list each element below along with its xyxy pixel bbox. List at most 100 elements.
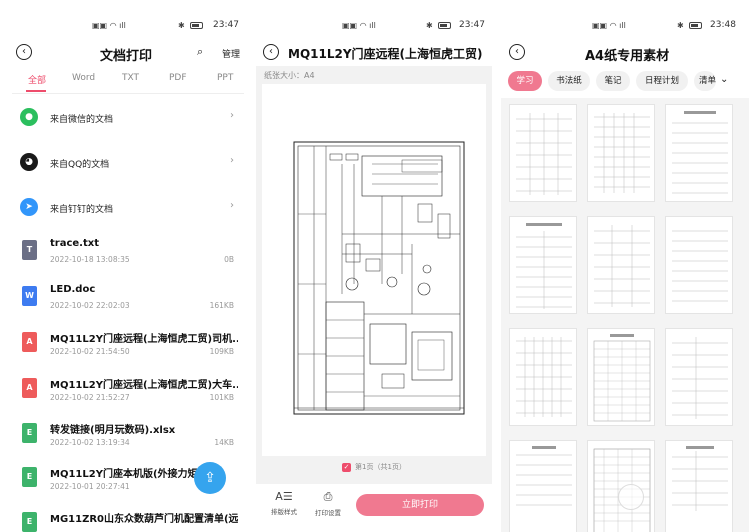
- excel-file-icon: E: [22, 512, 37, 532]
- manage-button[interactable]: 管理: [222, 47, 240, 60]
- document-print-screen: ▣▣ ◠ ıll ✱ 23:47 ‹ 文档打印 ⌕ 管理 全部 Word TXT…: [0, 0, 248, 532]
- bottom-toolbar: A☰ 排版样式 ⎙ 打印设置 立即打印: [256, 484, 492, 532]
- file-name: MG11ZR0山东众数葫芦门机配置清单(远...: [50, 514, 238, 525]
- file-name: trace.txt: [50, 238, 99, 249]
- tab-all[interactable]: 全部: [28, 73, 46, 86]
- chevron-right-icon: ›: [230, 200, 234, 211]
- tab-pdf[interactable]: PDF: [169, 73, 187, 83]
- print-settings-button[interactable]: ⎙ 打印设置: [310, 490, 346, 517]
- paper-size-label: 纸张大小：A4: [264, 71, 315, 80]
- layout-style-label: 排版样式: [271, 508, 297, 516]
- tab-schedule[interactable]: 日程计划: [636, 71, 688, 91]
- status-bar: ▣▣ ◠ ıll ✱ 23:47: [256, 0, 492, 38]
- excel-file-icon: E: [22, 467, 37, 487]
- page-title: A4纸专用素材: [585, 49, 670, 64]
- print-settings-label: 打印设置: [315, 509, 341, 517]
- txt-file-icon: T: [22, 240, 37, 260]
- chevron-right-icon: ›: [230, 155, 234, 166]
- tab-ppt[interactable]: PPT: [217, 73, 233, 83]
- upload-button[interactable]: ⇪: [194, 462, 226, 494]
- pdf-file-icon: A: [22, 378, 37, 398]
- source-label: 来自QQ的文档: [50, 160, 110, 170]
- back-icon[interactable]: ‹: [263, 44, 279, 60]
- signal-icon: ▣▣ ◠ ıll: [342, 21, 376, 30]
- source-label: 来自钉钉的文档: [50, 205, 114, 215]
- template-thumbnail[interactable]: [509, 104, 577, 202]
- status-time: 23:47: [213, 20, 239, 30]
- checkbox-icon[interactable]: ✓: [342, 462, 352, 472]
- battery-icon: [438, 21, 451, 30]
- template-thumbnail[interactable]: [587, 216, 655, 314]
- template-thumbnail[interactable]: [509, 216, 577, 314]
- file-row[interactable]: E 转发链接(明月玩数码).xlsx 2022-10-02 13:19:34 1…: [0, 421, 248, 465]
- template-thumbnail[interactable]: [665, 328, 733, 426]
- template-thumbnail[interactable]: [509, 440, 577, 532]
- status-time: 23:48: [710, 20, 736, 30]
- file-name: LED.doc: [50, 284, 96, 295]
- divider: [12, 93, 244, 94]
- tab-notes[interactable]: 笔记: [596, 71, 630, 91]
- file-row[interactable]: W LED.doc 2022-10-02 22:02:03 161KB: [0, 284, 248, 328]
- template-thumbnail[interactable]: [509, 328, 577, 426]
- bluetooth-icon: ✱: [426, 21, 433, 30]
- chevron-right-icon: ›: [230, 110, 234, 121]
- tab-txt[interactable]: TXT: [122, 73, 139, 83]
- printer-icon: ⎙: [323, 490, 333, 503]
- search-icon[interactable]: ⌕: [197, 45, 203, 59]
- screenshot-root: ▣▣ ◠ ıll ✱ 23:47 ‹ 文档打印 ⌕ 管理 全部 Word TXT…: [0, 0, 749, 532]
- file-date: 2022-10-02 13:19:34: [50, 438, 130, 447]
- watermark-logo: [618, 484, 644, 510]
- pdf-file-icon: A: [22, 332, 37, 352]
- status-bar: ▣▣ ◠ ıll ✱ 23:48: [501, 0, 749, 38]
- file-row[interactable]: T trace.txt 2022-10-18 13:08:35 0B: [0, 238, 248, 282]
- file-row[interactable]: E MG11ZR0山东众数葫芦门机配置清单(远...: [0, 510, 248, 532]
- tab-word[interactable]: Word: [72, 73, 95, 83]
- layout-style-button[interactable]: A☰ 排版样式: [266, 490, 302, 516]
- schematic-drawing: [293, 141, 465, 415]
- file-name: MQ11L2Y门座远程(上海恒虎工贸)大车...: [50, 380, 238, 391]
- active-tab-indicator: [26, 90, 46, 92]
- file-date: 2022-10-02 21:54:50: [50, 347, 130, 356]
- dingtalk-icon: ➤: [20, 198, 38, 216]
- bluetooth-icon: ✱: [178, 21, 185, 30]
- file-date: 2022-10-02 22:02:03: [50, 301, 130, 310]
- tab-list[interactable]: 清单: [694, 71, 716, 91]
- page-indicator-label: 第1页（共1页）: [355, 463, 406, 471]
- back-icon[interactable]: ‹: [16, 44, 32, 60]
- status-bar: ▣▣ ◠ ıll ✱ 23:47: [0, 0, 248, 38]
- file-row[interactable]: A MQ11L2Y门座远程(上海恒虎工贸)大车... 2022-10-02 21…: [0, 376, 248, 420]
- battery-icon: [689, 21, 702, 30]
- upload-icon: ⇪: [204, 470, 216, 486]
- layout-icon: A☰: [275, 490, 293, 503]
- template-thumbnail[interactable]: [587, 328, 655, 426]
- source-wechat[interactable]: ● 来自微信的文档 ›: [0, 96, 248, 136]
- template-thumbnail[interactable]: [587, 104, 655, 202]
- file-date: 2022-10-02 21:52:27: [50, 393, 130, 402]
- signal-icon: ▣▣ ◠ ıll: [92, 21, 126, 30]
- a4-materials-screen: ▣▣ ◠ ıll ✱ 23:48 ‹ A4纸专用素材 学习 书法纸 笔记 日程计…: [501, 0, 749, 532]
- template-thumbnail[interactable]: [587, 440, 655, 532]
- battery-icon: [190, 21, 203, 30]
- template-thumbnail[interactable]: [665, 216, 733, 314]
- file-date: 2022-10-01 20:27:41: [50, 482, 130, 491]
- bluetooth-icon: ✱: [677, 21, 684, 30]
- file-size: 0B: [224, 255, 234, 264]
- file-size: 161KB: [209, 301, 234, 310]
- document-preview: [262, 84, 486, 456]
- chevron-down-icon[interactable]: ⌄: [720, 74, 728, 85]
- file-row[interactable]: A MQ11L2Y门座远程(上海恒虎工贸)司机... 2022-10-02 21…: [0, 330, 248, 374]
- page-title: 文档打印: [100, 49, 153, 64]
- source-qq[interactable]: ◕ 来自QQ的文档 ›: [0, 141, 248, 181]
- template-thumbnail[interactable]: [665, 104, 733, 202]
- word-file-icon: W: [22, 286, 37, 306]
- print-now-button[interactable]: 立即打印: [356, 494, 484, 516]
- template-thumbnail[interactable]: [665, 440, 733, 532]
- page-title: MQ11L2Y门座远程(上海恒虎工贸): [288, 47, 483, 61]
- tab-study[interactable]: 学习: [508, 71, 542, 91]
- page-indicator[interactable]: ✓ 第1页（共1页）: [256, 462, 492, 478]
- tab-calligraphy[interactable]: 书法纸: [548, 71, 590, 91]
- back-icon[interactable]: ‹: [509, 44, 525, 60]
- source-dingtalk[interactable]: ➤ 来自钉钉的文档 ›: [0, 186, 248, 226]
- source-label: 来自微信的文档: [50, 115, 114, 125]
- file-name: 转发链接(明月玩数码).xlsx: [50, 425, 176, 436]
